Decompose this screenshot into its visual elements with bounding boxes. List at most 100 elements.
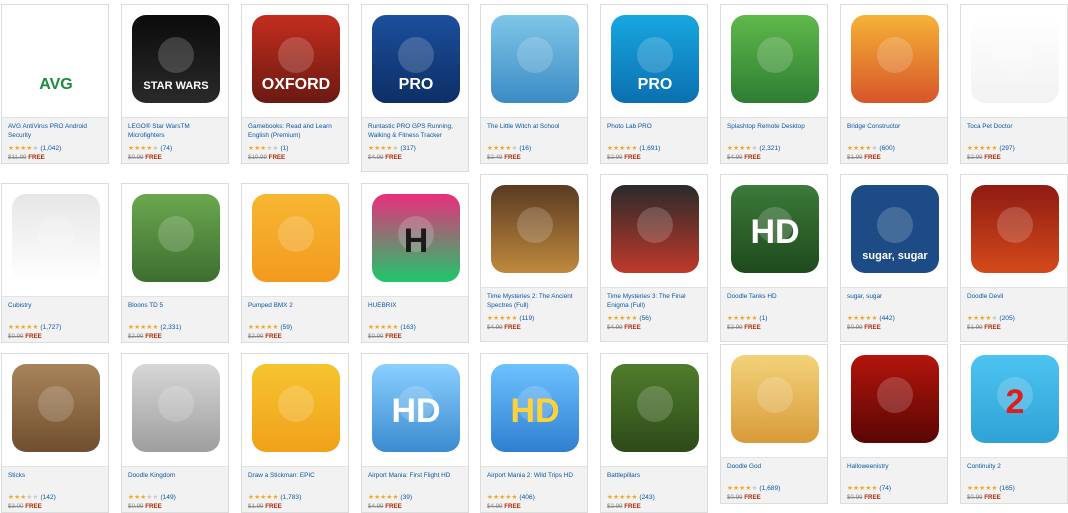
doodle-god-eye-icon[interactable]	[731, 355, 819, 443]
app-title-link[interactable]: Gamebooks: Read and Learn English (Premi…	[248, 123, 342, 141]
app-title-link[interactable]: Doodle Tanks HD	[727, 293, 821, 311]
app-card-continuity[interactable]: 2 Continuity 2 ★★★★★ (165) $0.99 FREE	[960, 344, 1068, 504]
airport-mania-2-icon[interactable]: HD	[491, 364, 579, 452]
review-count-link[interactable]: (74)	[879, 485, 891, 492]
splashtop-remote-icon[interactable]	[731, 15, 819, 103]
app-card-drawstickman[interactable]: Draw a Stickman: EPIC ★★★★★ (1,783) $1.9…	[241, 353, 349, 513]
review-count-link[interactable]: (1,691)	[639, 145, 660, 152]
app-card-battlepillars[interactable]: Battlepillars ★★★★★ (243) $2.99 FREE	[600, 353, 708, 513]
draw-stickman-icon[interactable]	[252, 364, 340, 452]
app-title-link[interactable]: Time Mysteries 3: The Final Enigma (Full…	[607, 293, 701, 311]
review-count-link[interactable]: (1,042)	[40, 145, 61, 152]
app-title-link[interactable]: Runtastic PRO GPS Running, Walking & Fit…	[368, 123, 462, 141]
app-title-link[interactable]: HUEBRIX	[368, 302, 462, 320]
review-count-link[interactable]: (1,727)	[40, 324, 61, 331]
app-title-link[interactable]: Continuity 2	[967, 463, 1061, 481]
doodle-kingdom-dragon-icon[interactable]	[132, 364, 220, 452]
app-card-doodledevil[interactable]: Doodle Devil ★★★★★ (205) $1.99 FREE	[960, 174, 1068, 342]
app-title-link[interactable]: Doodle Kingdom	[128, 472, 222, 490]
halloween-pumpkin-icon[interactable]	[851, 355, 939, 443]
sticks-game-icon[interactable]	[12, 364, 100, 452]
app-card-photolab[interactable]: PRO Photo Lab PRO ★★★★★ (1,691) $2.99 FR…	[600, 4, 708, 164]
app-title-link[interactable]: AVG AntiVirus PRO Android Security	[8, 123, 102, 141]
app-title-link[interactable]: sugar, sugar	[847, 293, 941, 311]
app-title-link[interactable]: Airport Mania 2: Wild Trips HD	[487, 472, 581, 490]
app-title-link[interactable]: Time Mysteries 2: The Ancient Spectres (…	[487, 293, 581, 311]
review-count-link[interactable]: (39)	[400, 494, 412, 501]
bloons-monkey-icon[interactable]	[132, 194, 220, 282]
app-card-huebrix[interactable]: H HUEBRIX ★★★★★ (163) $0.99 FREE	[361, 183, 469, 343]
review-count-link[interactable]: (163)	[400, 324, 415, 331]
app-title-link[interactable]: Battlepillars	[607, 472, 701, 490]
review-count-link[interactable]: (317)	[400, 145, 415, 152]
photo-lab-flask-icon[interactable]: PRO	[611, 15, 699, 103]
review-count-link[interactable]: (2,331)	[160, 324, 181, 331]
review-count-link[interactable]: (1,689)	[759, 485, 780, 492]
runtastic-runner-icon[interactable]: PRO	[372, 15, 460, 103]
app-card-tm2[interactable]: Time Mysteries 2: The Ancient Spectres (…	[480, 174, 588, 342]
app-card-airport2[interactable]: HD Airport Mania 2: Wild Trips HD ★★★★★ …	[480, 353, 588, 513]
review-count-link[interactable]: (56)	[639, 315, 651, 322]
app-card-doodletanks[interactable]: HD Doodle Tanks HD ★★★★★ (1) $2.99 FREE	[720, 174, 828, 342]
huebrix-h-icon[interactable]: H	[372, 194, 460, 282]
app-card-runtastic[interactable]: PRO Runtastic PRO GPS Running, Walking &…	[361, 4, 469, 172]
app-title-link[interactable]: LEGO® Star WarsTM Microfighters	[128, 123, 222, 141]
continuity-2-icon[interactable]: 2	[971, 355, 1059, 443]
app-card-doodlekingdom[interactable]: Doodle Kingdom ★★★★★ (149) $0.99 FREE	[121, 353, 229, 513]
app-title-link[interactable]: Sticks	[8, 472, 102, 490]
lego-star-wars-icon[interactable]: STAR WARS	[132, 15, 220, 103]
avg-shield-icon[interactable]: AVG	[12, 15, 100, 103]
app-card-cubistry[interactable]: Cubistry ★★★★★ (1,727) $0.99 FREE	[1, 183, 109, 343]
oxford-gamebooks-icon[interactable]: OXFORD	[252, 15, 340, 103]
battlepillars-icon[interactable]	[611, 364, 699, 452]
app-title-link[interactable]: Cubistry	[8, 302, 102, 320]
time-mysteries-2-icon[interactable]	[491, 185, 579, 273]
doodle-devil-eye-icon[interactable]	[971, 185, 1059, 273]
review-count-link[interactable]: (205)	[999, 315, 1014, 322]
airport-mania-1-icon[interactable]: HD	[372, 364, 460, 452]
review-count-link[interactable]: (1,783)	[280, 494, 301, 501]
app-card-bridge[interactable]: Bridge Constructor ★★★★★ (600) $1.99 FRE…	[840, 4, 948, 164]
review-count-link[interactable]: (165)	[999, 485, 1014, 492]
review-count-link[interactable]: (1)	[280, 145, 288, 152]
review-count-link[interactable]: (16)	[519, 145, 531, 152]
review-count-link[interactable]: (119)	[519, 315, 534, 322]
review-count-link[interactable]: (1)	[759, 315, 767, 322]
app-title-link[interactable]: Doodle God	[727, 463, 821, 481]
app-title-link[interactable]: Doodle Devil	[967, 293, 1061, 311]
app-card-halloween[interactable]: Halloweenistry ★★★★★ (74) $0.99 FREE	[840, 344, 948, 504]
app-title-link[interactable]: Bridge Constructor	[847, 123, 941, 141]
app-card-doodlegod[interactable]: Doodle God ★★★★★ (1,689) $0.99 FREE	[720, 344, 828, 504]
review-count-link[interactable]: (406)	[519, 494, 534, 501]
app-title-link[interactable]: Pumped BMX 2	[248, 302, 342, 320]
app-card-bloons[interactable]: Bloons TD 5 ★★★★★ (2,331) $2.99 FREE	[121, 183, 229, 343]
app-card-witch[interactable]: The Little Witch at School ★★★★★ (16) $2…	[480, 4, 588, 164]
app-title-link[interactable]: Halloweenistry	[847, 463, 941, 481]
app-title-link[interactable]: Draw a Stickman: EPIC	[248, 472, 342, 490]
app-card-tm3[interactable]: Time Mysteries 3: The Final Enigma (Full…	[600, 174, 708, 342]
app-title-link[interactable]: Airport Mania: First Flight HD	[368, 472, 462, 490]
review-count-link[interactable]: (2,321)	[759, 145, 780, 152]
review-count-link[interactable]: (149)	[160, 494, 175, 501]
review-count-link[interactable]: (243)	[639, 494, 654, 501]
review-count-link[interactable]: (297)	[999, 145, 1014, 152]
app-card-bmx[interactable]: Pumped BMX 2 ★★★★★ (59) $2.99 FREE	[241, 183, 349, 343]
app-card-splashtop[interactable]: Splashtop Remote Desktop ★★★★★ (2,321) $…	[720, 4, 828, 164]
app-title-link[interactable]: Photo Lab PRO	[607, 123, 701, 141]
doodle-tanks-icon[interactable]: HD	[731, 185, 819, 273]
app-title-link[interactable]: The Little Witch at School	[487, 123, 581, 141]
app-card-sticks[interactable]: Sticks ★★★★★ (142) $3.00 FREE	[1, 353, 109, 513]
app-title-link[interactable]: Splashtop Remote Desktop	[727, 123, 821, 141]
review-count-link[interactable]: (142)	[40, 494, 55, 501]
sugar-sugar-icon[interactable]: sugar, sugar	[851, 185, 939, 273]
app-title-link[interactable]: Toca Pet Doctor	[967, 123, 1061, 141]
app-title-link[interactable]: Bloons TD 5	[128, 302, 222, 320]
app-card-gamebooks[interactable]: OXFORD Gamebooks: Read and Learn English…	[241, 4, 349, 164]
pumped-bmx-icon[interactable]	[252, 194, 340, 282]
time-mysteries-3-icon[interactable]	[611, 185, 699, 273]
little-witch-icon[interactable]	[491, 15, 579, 103]
cubistry-cube-icon[interactable]	[12, 194, 100, 282]
review-count-link[interactable]: (600)	[879, 145, 894, 152]
app-card-sugar[interactable]: sugar, sugar sugar, sugar ★★★★★ (442) $0…	[840, 174, 948, 342]
app-card-lego[interactable]: STAR WARS LEGO® Star WarsTM Microfighter…	[121, 4, 229, 164]
